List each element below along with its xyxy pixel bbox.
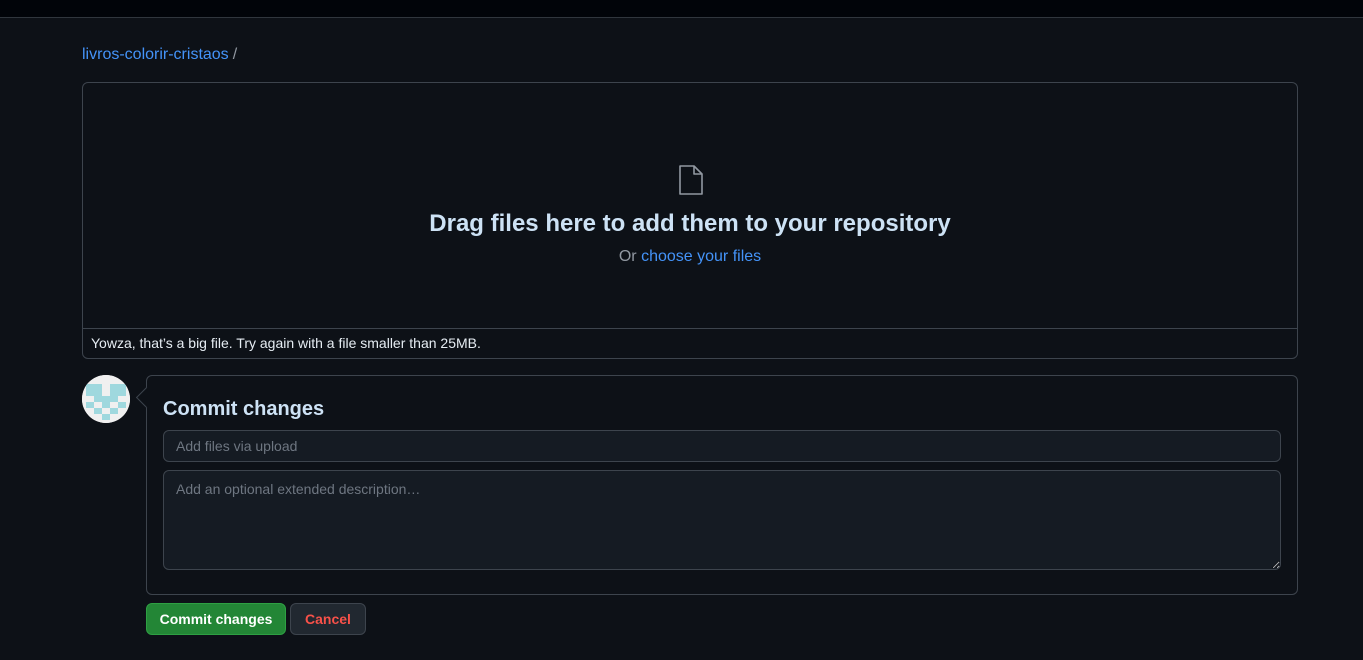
commit-changes-button[interactable]: Commit changes: [146, 603, 286, 635]
commit-form: Commit changes: [135, 375, 1298, 595]
drop-zone-title: Drag files here to add them to your repo…: [429, 210, 951, 237]
speech-caret: [135, 386, 158, 409]
or-text: Or: [618, 248, 637, 265]
drop-zone-subtitle: Or choose your files: [83, 247, 1297, 267]
file-icon: [679, 165, 703, 195]
top-navigation-bar: [0, 0, 1363, 18]
identicon: [82, 375, 130, 423]
commit-title: Commit changes: [163, 398, 325, 420]
drop-area[interactable]: Drag files here to add them to your repo…: [83, 83, 1297, 329]
avatar[interactable]: [82, 375, 130, 423]
breadcrumb-separator: /: [232, 46, 238, 63]
breadcrumb: livros-colorir-cristaos /: [82, 45, 237, 65]
breadcrumb-repo-link[interactable]: livros-colorir-cristaos: [82, 46, 229, 63]
commit-summary-input[interactable]: [163, 430, 1281, 462]
commit-description-input[interactable]: [163, 470, 1281, 570]
choose-files-link[interactable]: choose your files: [641, 248, 761, 265]
upload-error-message: Yowza, that’s a big file. Try again with…: [91, 335, 481, 351]
file-drop-zone[interactable]: Drag files here to add them to your repo…: [82, 82, 1298, 359]
cancel-button[interactable]: Cancel: [290, 603, 366, 635]
